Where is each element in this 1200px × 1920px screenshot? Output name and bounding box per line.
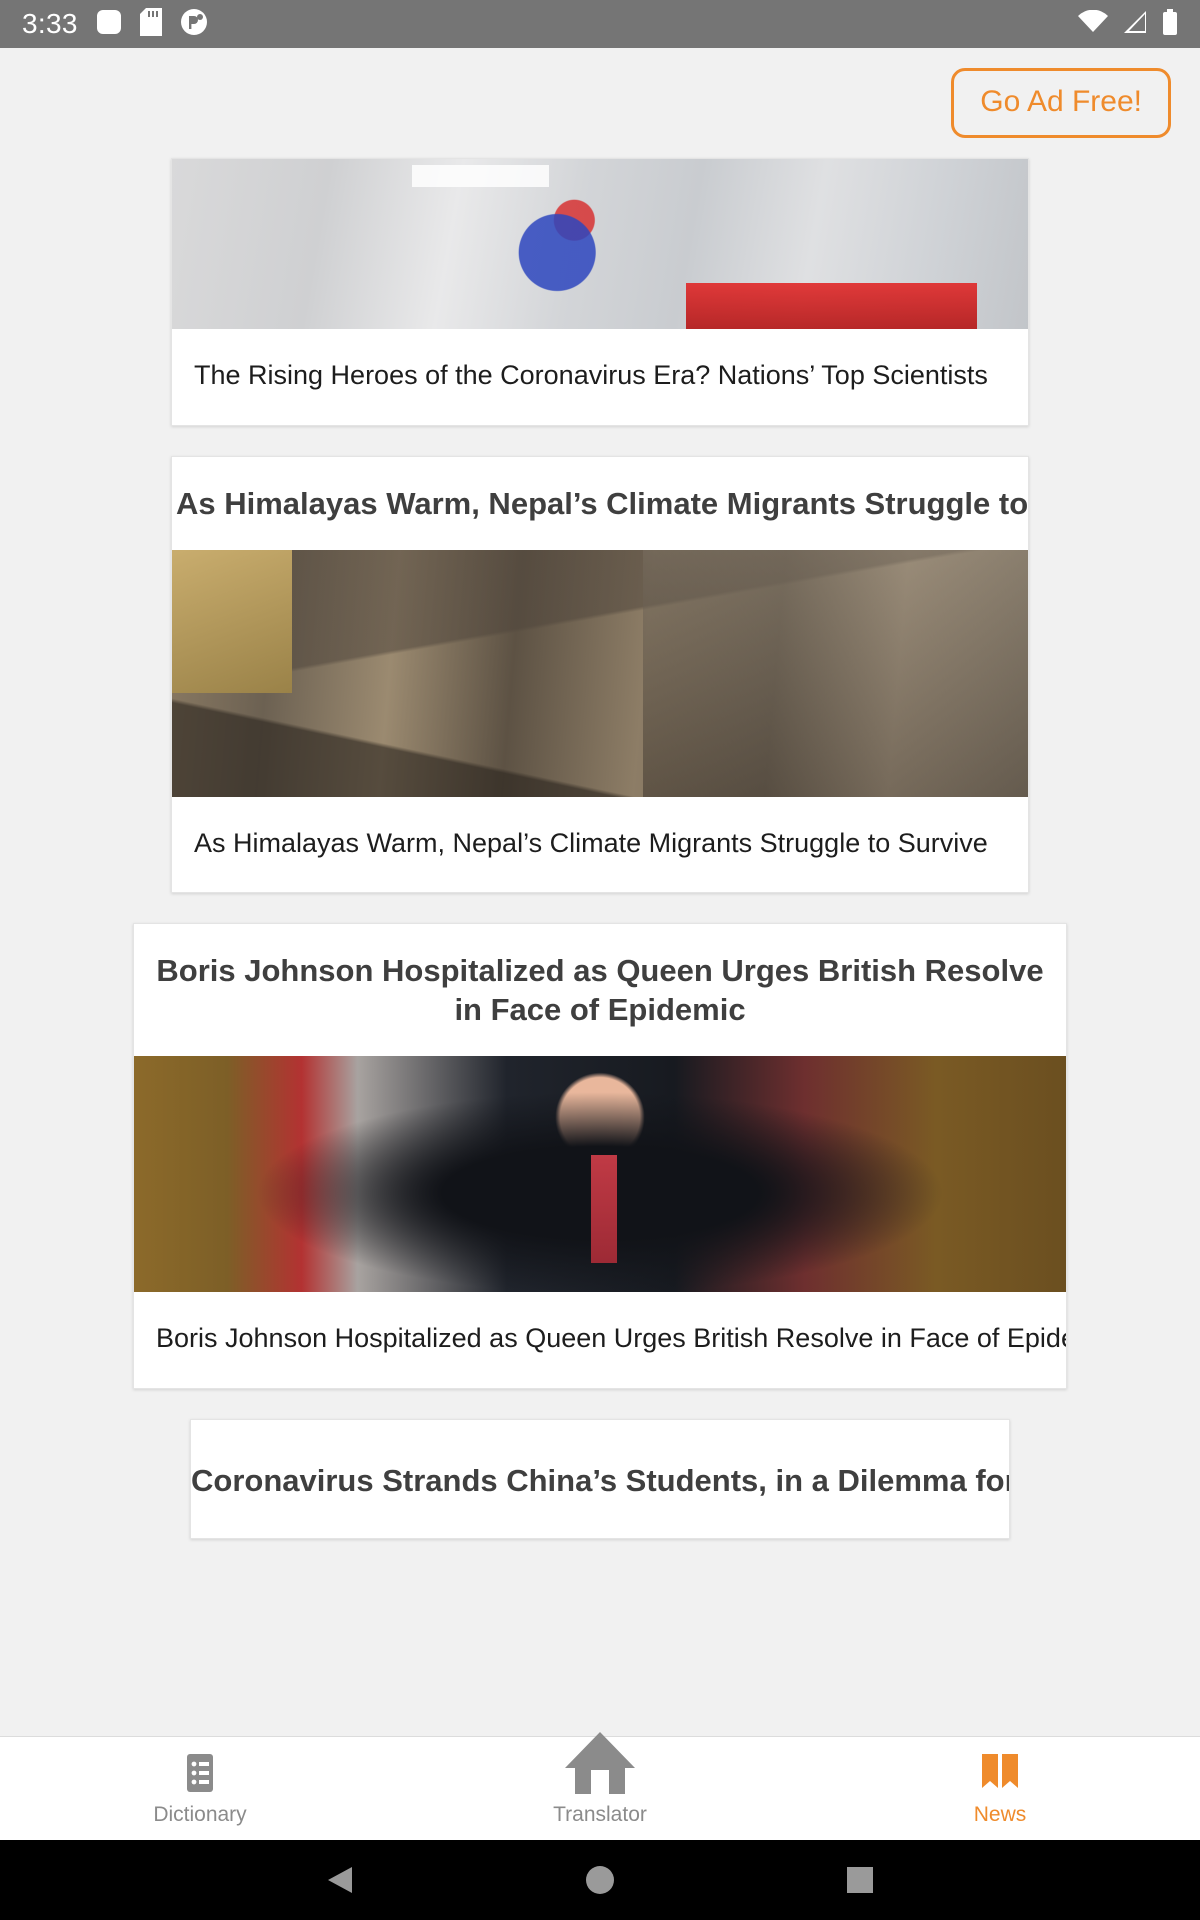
status-bar-right	[1078, 8, 1178, 40]
status-bar-left: 3:33	[22, 7, 208, 41]
app-notification-icon	[96, 9, 122, 40]
tab-news[interactable]: News	[800, 1737, 1200, 1840]
boris-johnson-photo	[134, 1055, 1066, 1292]
news-card[interactable]: The Rising Heroes of the Coronavirus Era…	[171, 158, 1029, 426]
news-card-caption: As Himalayas Warm, Nepal’s Climate Migra…	[194, 827, 988, 858]
tab-news-label: News	[973, 1803, 1027, 1826]
news-screen: Go Ad Free! The Rising Heroes of the Cor…	[0, 48, 1200, 1736]
status-bar: 3:33	[0, 0, 1200, 48]
battery-icon	[1162, 8, 1178, 40]
news-card[interactable]: Boris Johnson Hospitalized as Queen Urge…	[133, 923, 1067, 1389]
news-card[interactable]: Coronavirus Strands China’s Students, in…	[190, 1418, 1010, 1539]
tab-dictionary-label: Dictionary	[153, 1803, 247, 1826]
tab-dictionary[interactable]: Dictionary	[0, 1737, 400, 1840]
book-icon	[978, 1752, 1022, 1794]
news-card-heading: As Himalayas Warm, Nepal’s Climate Migra…	[176, 485, 1029, 521]
recents-square-icon[interactable]	[846, 1866, 874, 1894]
tab-translator[interactable]: Translator	[400, 1732, 800, 1840]
home-circle-icon[interactable]	[585, 1865, 615, 1895]
sd-card-icon	[139, 7, 162, 41]
news-card-heading: Coronavirus Strands China’s Students, in…	[191, 1462, 1009, 1498]
news-card-caption: Boris Johnson Hospitalized as Queen Urge…	[156, 1322, 1067, 1353]
cellular-signal-icon	[1122, 10, 1148, 39]
laboratory-scientist-photo	[172, 159, 1028, 329]
tab-translator-label: Translator	[553, 1803, 647, 1826]
list-icon	[181, 1752, 219, 1794]
wifi-icon	[1078, 9, 1108, 39]
news-card-caption: The Rising Heroes of the Coronavirus Era…	[194, 360, 988, 390]
news-card[interactable]: As Himalayas Warm, Nepal’s Climate Migra…	[171, 455, 1029, 894]
go-ad-free-button[interactable]: Go Ad Free!	[951, 68, 1171, 138]
news-card-heading: Boris Johnson Hospitalized as Queen Urge…	[156, 953, 1044, 1027]
status-clock: 3:33	[22, 8, 78, 39]
back-triangle-icon[interactable]	[326, 1865, 354, 1895]
phone-screen: 3:33 Go Ad Free! The Rising Heroes of th…	[0, 0, 1200, 1920]
system-navigation-bar	[0, 1840, 1200, 1920]
nepal-village-photo	[172, 549, 1028, 797]
ad-free-row: Go Ad Free!	[0, 48, 1200, 158]
circle-app-icon	[180, 8, 208, 41]
bottom-tab-bar: Dictionary Translator News	[0, 1732, 1200, 1840]
news-feed[interactable]: The Rising Heroes of the Coronavirus Era…	[0, 158, 1200, 1539]
